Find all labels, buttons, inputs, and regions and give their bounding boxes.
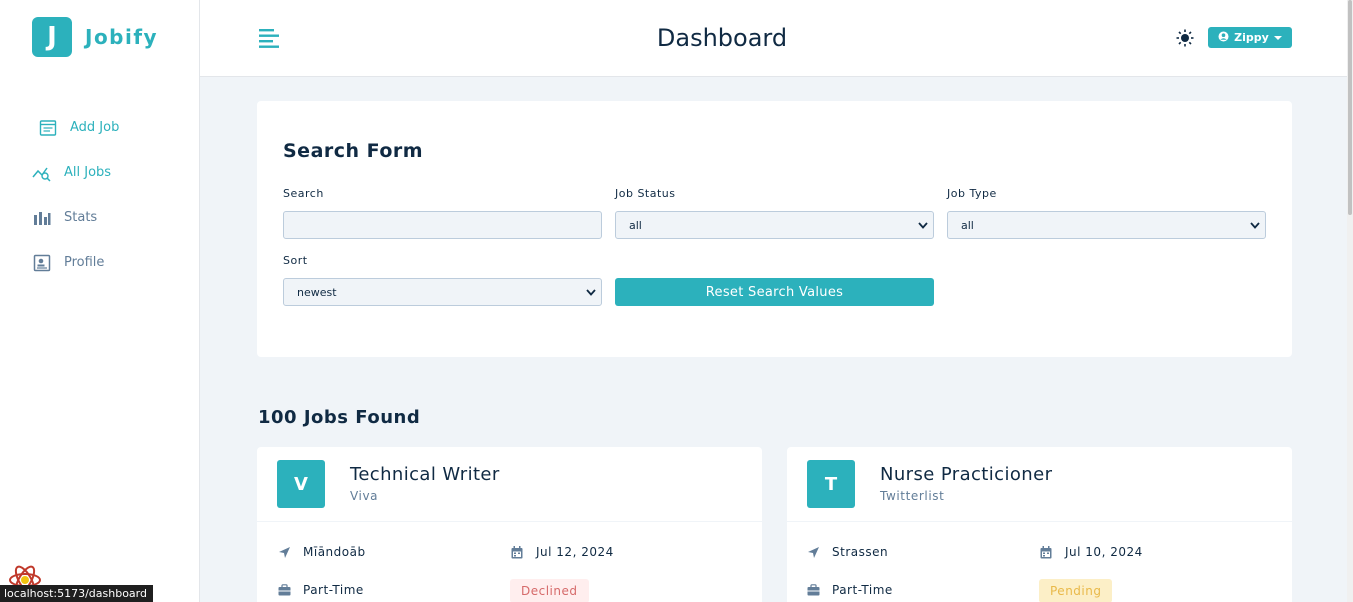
status-badge: Declined	[510, 579, 589, 602]
job-card: T Nurse Practicioner Twitterlist Strasse…	[787, 447, 1292, 602]
logo[interactable]: J Jobify	[32, 17, 158, 57]
job-company: Viva	[350, 489, 379, 503]
status-badge: Pending	[1039, 579, 1113, 602]
company-initial-avatar: T	[807, 460, 855, 508]
logo-text: Jobify	[85, 25, 159, 49]
sort-select[interactable]: newest	[283, 278, 602, 306]
job-type-text: Part-Time	[832, 583, 893, 597]
page-scrollbar[interactable]	[1347, 0, 1353, 602]
chevron-down-icon	[918, 222, 928, 229]
job-type-select[interactable]: all	[947, 211, 1266, 239]
sort-value: newest	[297, 285, 337, 299]
calendar-icon	[510, 545, 524, 559]
location-arrow-icon	[277, 545, 291, 559]
job-date-text: Jul 10, 2024	[1065, 545, 1143, 559]
job-card-header: V Technical Writer Viva	[257, 447, 762, 522]
page-title: Dashboard	[656, 24, 788, 52]
job-type-value: all	[961, 218, 974, 232]
sidebar-item-all-jobs[interactable]: All Jobs	[0, 150, 200, 195]
job-location-text: Strassen	[832, 545, 889, 559]
job-type-text: Part-Time	[303, 583, 364, 597]
job-card: V Technical Writer Viva Mīāndoāb Jul 12,…	[257, 447, 762, 602]
job-company: Twitterlist	[880, 489, 945, 503]
top-navbar: Dashboard Zippy	[200, 0, 1353, 77]
scrollbar-thumb[interactable]	[1348, 0, 1352, 215]
job-date: Jul 10, 2024	[1039, 545, 1143, 559]
chevron-down-icon	[586, 289, 596, 296]
add-job-icon	[38, 118, 58, 138]
job-status-select[interactable]: all	[615, 211, 934, 239]
job-position: Nurse Practicioner	[880, 464, 1053, 485]
job-date-text: Jul 12, 2024	[536, 545, 614, 559]
caret-down-icon	[1273, 31, 1282, 44]
search-input[interactable]	[283, 211, 602, 239]
sidebar-item-stats[interactable]: Stats	[0, 195, 200, 240]
reset-search-button[interactable]: Reset Search Values	[615, 278, 934, 306]
stats-icon	[32, 208, 52, 228]
job-location: Mīāndoāb	[277, 545, 366, 559]
job-type-label: Job Type	[947, 187, 997, 200]
briefcase-icon	[806, 583, 820, 597]
job-location: Strassen	[806, 545, 888, 559]
sidebar-item-label: Stats	[64, 210, 98, 225]
user-menu-button[interactable]: Zippy	[1208, 27, 1292, 48]
browser-status-url: localhost:5173/dashboard	[0, 585, 153, 602]
job-status-label: Job Status	[615, 187, 676, 200]
job-location-text: Mīāndoāb	[303, 545, 366, 559]
location-arrow-icon	[806, 545, 820, 559]
job-status-value: all	[629, 218, 642, 232]
user-name: Zippy	[1234, 31, 1269, 44]
job-card-header: T Nurse Practicioner Twitterlist	[787, 447, 1292, 522]
search-label: Search	[283, 187, 324, 200]
sidebar-item-label: All Jobs	[64, 165, 112, 180]
job-date: Jul 12, 2024	[510, 545, 614, 559]
search-form: Search Form Search Job Status all Job Ty…	[257, 101, 1292, 357]
sidebar-item-profile[interactable]: Profile	[0, 240, 200, 285]
all-jobs-icon	[32, 163, 52, 183]
profile-icon	[32, 253, 52, 273]
sidebar-item-add-job[interactable]: Add Job	[0, 105, 200, 150]
sun-icon[interactable]	[1175, 28, 1195, 48]
briefcase-icon	[277, 583, 291, 597]
jobs-found-count: 100 Jobs Found	[258, 407, 421, 428]
job-position: Technical Writer	[350, 464, 500, 485]
logo-mark: J	[32, 17, 72, 57]
job-type: Part-Time	[806, 583, 893, 597]
calendar-icon	[1039, 545, 1053, 559]
user-circle-icon	[1218, 31, 1229, 45]
sidebar-item-label: Add Job	[70, 120, 120, 135]
sidebar-item-label: Profile	[64, 255, 105, 270]
sidebar-nav: Add Job All Jobs Stats Profile	[0, 105, 200, 285]
company-initial-avatar: V	[277, 460, 325, 508]
chevron-down-icon	[1250, 222, 1260, 229]
job-type: Part-Time	[277, 583, 364, 597]
search-form-title: Search Form	[283, 140, 424, 162]
sort-label: Sort	[283, 254, 308, 267]
sidebar: J Jobify Add Job All Jobs Stats Profile	[0, 0, 200, 602]
